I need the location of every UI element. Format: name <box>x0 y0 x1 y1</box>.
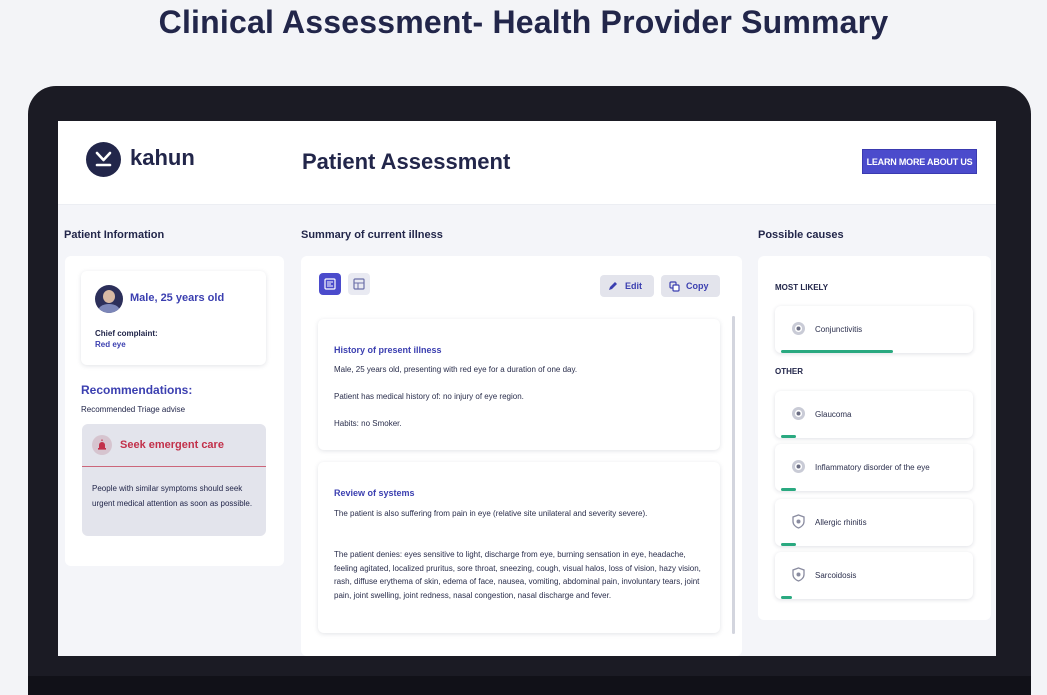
patient-info-heading: Patient Information <box>64 229 165 241</box>
eye-icon <box>792 460 805 473</box>
eye-icon <box>792 407 805 420</box>
cause-card[interactable]: Glaucoma <box>775 391 973 438</box>
hpi-line: Habits: no Smoker. <box>334 419 402 428</box>
avatar <box>95 285 123 313</box>
cause-card[interactable]: Inflammatory disorder of the eye <box>775 444 973 491</box>
recommendations-title: Recommendations: <box>81 383 193 397</box>
header-title: Patient Assessment <box>302 149 511 174</box>
triage-divider <box>82 466 266 467</box>
most-likely-label: MOST LIKELY <box>775 283 829 292</box>
cause-card[interactable]: Conjunctivitis <box>775 306 973 353</box>
cause-card[interactable]: Allergic rhinitis <box>775 499 973 546</box>
edit-label: Edit <box>625 281 642 291</box>
top-bar: kahun Patient Assessment LEARN MORE ABOU… <box>58 121 996 205</box>
likelihood-bar <box>781 435 796 438</box>
hpi-title: History of present illness <box>334 345 442 355</box>
recommendations-subtitle: Recommended Triage advise <box>81 405 186 414</box>
causes-heading: Possible causes <box>758 229 844 241</box>
learn-more-button[interactable]: LEARN MORE ABOUT US <box>862 149 977 174</box>
structured-view-button[interactable] <box>348 273 370 295</box>
ros-paragraph: The patient denies: eyes sensitive to li… <box>334 550 701 600</box>
cause-name: Sarcoidosis <box>815 571 857 580</box>
structured-view-icon <box>353 278 365 290</box>
likelihood-bar <box>781 543 796 546</box>
ros-paragraph: The patient is also suffering from pain … <box>334 509 648 518</box>
triage-heading: Seek emergent care <box>120 439 224 451</box>
summary-scrollbar-thumb[interactable] <box>732 316 735 634</box>
text-view-icon <box>324 278 336 290</box>
patient-name: Male, 25 years old <box>130 292 225 304</box>
chief-complaint-value: Red eye <box>95 340 126 349</box>
copy-label: Copy <box>686 281 709 291</box>
shield-icon <box>792 567 805 582</box>
edit-button[interactable]: Edit <box>600 275 654 297</box>
cause-card[interactable]: Sarcoidosis <box>775 552 973 599</box>
likelihood-bar <box>781 596 792 599</box>
logo-text: kahun <box>130 145 195 170</box>
ros-title: Review of systems <box>334 488 415 498</box>
app-screen: kahun Patient Assessment LEARN MORE ABOU… <box>58 121 996 656</box>
ros-section: Review of systems The patient is also su… <box>318 462 720 633</box>
kahun-logo-icon <box>86 142 121 177</box>
cause-name: Glaucoma <box>815 410 852 419</box>
triage-advice-box: Seek emergent care People with similar s… <box>82 424 266 536</box>
cause-name: Conjunctivitis <box>815 325 863 334</box>
laptop-base <box>28 676 1031 695</box>
copy-icon <box>669 281 680 292</box>
pencil-icon <box>609 282 617 290</box>
chief-complaint-label: Chief complaint: <box>95 329 158 338</box>
likelihood-bar <box>781 350 893 353</box>
patient-card: Male, 25 years old Chief complaint: Red … <box>81 271 266 365</box>
hpi-section: History of present illness Male, 25 year… <box>318 319 720 450</box>
cause-name: Inflammatory disorder of the eye <box>815 463 930 472</box>
other-label: OTHER <box>775 367 803 376</box>
likelihood-bar <box>781 488 796 491</box>
copy-button[interactable]: Copy <box>661 275 720 297</box>
page-title: Clinical Assessment- Health Provider Sum… <box>158 4 889 40</box>
hpi-line: Patient has medical history of: no injur… <box>334 392 524 401</box>
hpi-line: Male, 25 years old, presenting with red … <box>334 365 578 374</box>
triage-text: People with similar symptoms should seek… <box>92 484 253 508</box>
cause-name: Allergic rhinitis <box>815 518 867 527</box>
summary-heading: Summary of current illness <box>301 229 443 241</box>
eye-icon <box>792 322 805 335</box>
alarm-icon <box>92 435 112 455</box>
text-view-button[interactable] <box>319 273 341 295</box>
shield-icon <box>792 514 805 529</box>
